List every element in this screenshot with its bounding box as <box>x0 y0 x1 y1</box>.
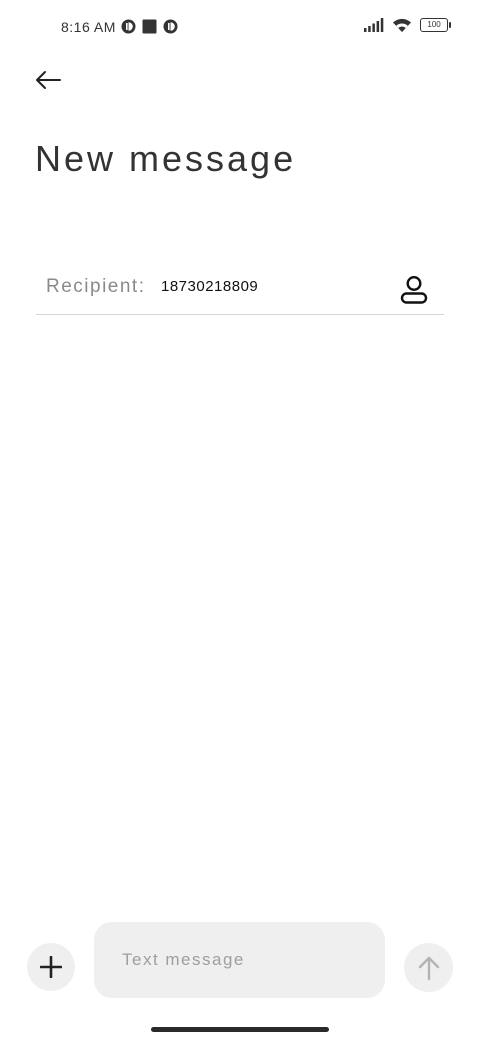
status-time: 8:16 AM <box>61 19 116 35</box>
person-icon <box>400 275 428 304</box>
arrow-up-icon <box>418 956 439 980</box>
wifi-icon <box>393 18 411 32</box>
arrow-left-icon <box>36 71 61 89</box>
square-app-icon <box>142 19 157 34</box>
status-notification-icons <box>121 19 178 34</box>
page-title: New message <box>35 138 297 179</box>
text-message-input[interactable] <box>94 922 385 998</box>
plus-icon <box>40 956 62 978</box>
notification-app-icon <box>163 19 178 34</box>
back-button[interactable] <box>30 62 66 98</box>
add-attachment-button[interactable] <box>27 943 75 991</box>
recipient-field[interactable]: Recipient: 18730218809 <box>36 262 444 315</box>
recipient-label: Recipient: <box>46 276 146 297</box>
battery-icon: 100 <box>420 18 451 32</box>
recipient-input[interactable]: 18730218809 <box>161 278 258 295</box>
send-button[interactable] <box>404 943 453 992</box>
choose-contact-button[interactable] <box>394 270 434 310</box>
signal-icon <box>364 18 384 32</box>
status-system-icons: 100 <box>364 17 451 33</box>
status-bar: 8:16 AM 100 <box>0 0 480 54</box>
notification-app-icon <box>121 19 136 34</box>
home-indicator[interactable] <box>151 1027 329 1032</box>
